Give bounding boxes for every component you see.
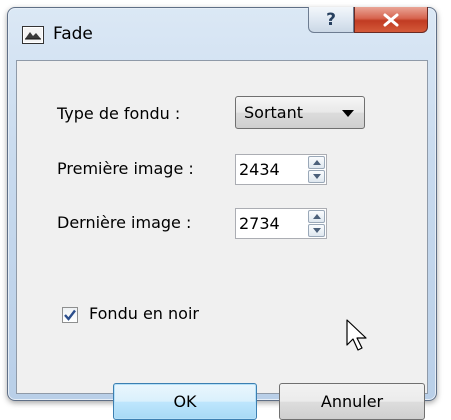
first-image-spin-buttons bbox=[308, 156, 325, 183]
last-image-decrement-button[interactable] bbox=[308, 224, 325, 237]
last-image-increment-button[interactable] bbox=[308, 210, 325, 223]
cancel-button[interactable]: Annuler bbox=[279, 383, 425, 420]
fade-to-black-checkbox[interactable] bbox=[62, 307, 78, 323]
help-icon: ? bbox=[326, 9, 336, 30]
spin-down-icon bbox=[313, 174, 321, 179]
dialog-client-area: Type de fondu : Sortant Première image :… bbox=[16, 60, 428, 420]
first-image-spinbox[interactable]: 2434 bbox=[235, 154, 327, 185]
spin-down-icon bbox=[313, 228, 321, 233]
first-image-label: Première image : bbox=[57, 159, 194, 178]
first-image-increment-button[interactable] bbox=[308, 156, 325, 169]
close-icon bbox=[383, 13, 399, 26]
fade-type-selected-value: Sortant bbox=[244, 103, 304, 122]
ok-button[interactable]: OK bbox=[113, 383, 257, 420]
fade-dialog: Fade ? Type de fondu : Sortant Première … bbox=[7, 7, 437, 420]
last-image-value[interactable]: 2734 bbox=[239, 214, 280, 233]
first-image-decrement-button[interactable] bbox=[308, 170, 325, 183]
fade-app-icon bbox=[22, 26, 44, 44]
last-image-label: Dernière image : bbox=[57, 213, 192, 232]
fade-type-select[interactable]: Sortant bbox=[235, 96, 365, 129]
spin-up-icon bbox=[313, 160, 321, 165]
fade-type-label: Type de fondu : bbox=[57, 104, 181, 123]
last-image-spin-buttons bbox=[308, 210, 325, 237]
close-button[interactable] bbox=[354, 7, 428, 33]
fade-to-black-label[interactable]: Fondu en noir bbox=[89, 304, 199, 323]
checkmark-icon bbox=[64, 309, 76, 321]
help-button[interactable]: ? bbox=[308, 7, 354, 33]
spin-up-icon bbox=[313, 214, 321, 219]
mouse-pointer-icon bbox=[346, 319, 370, 357]
title-bar[interactable]: Fade ? bbox=[8, 7, 436, 60]
window-title: Fade bbox=[53, 24, 93, 44]
chevron-down-icon bbox=[342, 110, 354, 117]
first-image-value[interactable]: 2434 bbox=[239, 160, 280, 179]
last-image-spinbox[interactable]: 2734 bbox=[235, 208, 327, 239]
